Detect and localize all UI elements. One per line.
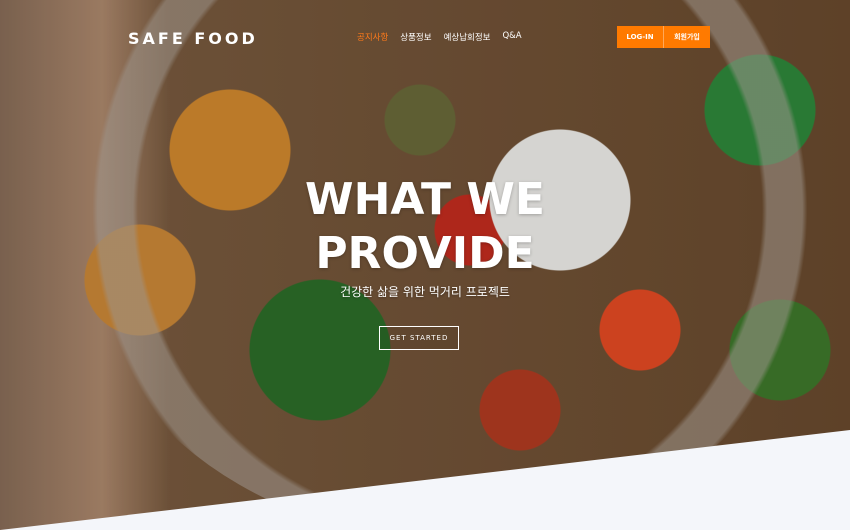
signup-button[interactable]: 회원가입 <box>663 26 710 48</box>
hero-subtitle: 건강한 삶을 위한 먹거리 프로젝트 <box>340 285 510 299</box>
hero-title-line1: WHAT WE <box>305 174 545 225</box>
main-nav: 공지사항 상품정보 예상납회정보 Q&A <box>357 31 522 43</box>
get-started-button[interactable]: GET STARTED <box>379 326 459 350</box>
login-button[interactable]: LOG-IN <box>617 26 663 48</box>
nav-qna[interactable]: Q&A <box>502 31 521 43</box>
nav-notice[interactable]: 공지사항 <box>357 31 388 43</box>
hero-title-line2: PROVIDE <box>315 228 535 279</box>
nav-products[interactable]: 상품정보 <box>400 31 431 43</box>
site-logo[interactable]: SAFE FOOD <box>128 29 258 48</box>
section-divider <box>0 430 850 530</box>
nav-expected[interactable]: 예상납회정보 <box>444 31 491 43</box>
